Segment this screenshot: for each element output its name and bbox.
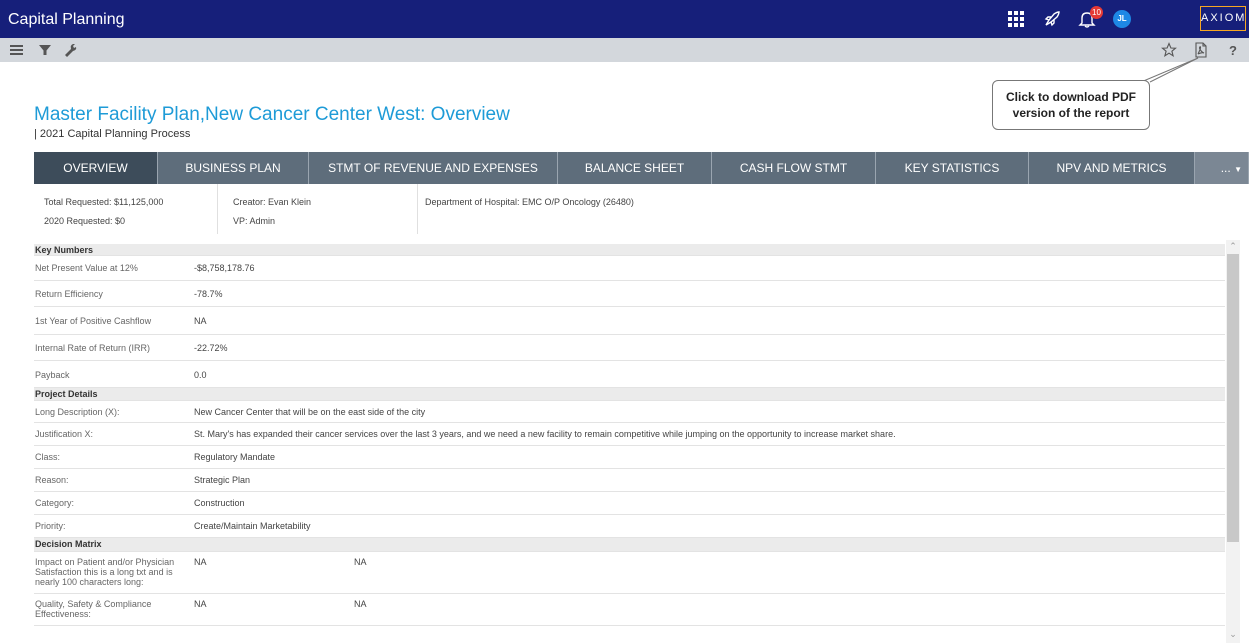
tab-cash-flow-stmt[interactable]: CASH FLOW STMT bbox=[712, 152, 876, 184]
row-value: NA bbox=[194, 599, 207, 609]
svg-text:?: ? bbox=[1229, 43, 1237, 58]
table-row: Impact on Patient and/or Physician Satis… bbox=[34, 552, 1225, 594]
section-header: Key Numbers bbox=[34, 244, 1225, 256]
notification-badge: 10 bbox=[1090, 6, 1103, 19]
app-title: Capital Planning bbox=[8, 11, 125, 28]
row-value: St. Mary's has expanded their cancer ser… bbox=[194, 429, 896, 439]
row-label-line: Effectiveness: bbox=[35, 609, 91, 619]
row-label: Internal Rate of Return (IRR) bbox=[35, 343, 151, 353]
row-value: -78.7% bbox=[194, 289, 223, 299]
row-label: Return Efficiency bbox=[35, 289, 103, 299]
more-tabs-label: ... bbox=[1220, 161, 1231, 175]
table-row: Internal Rate of Return (IRR) -22.72% bbox=[34, 335, 1225, 361]
row-label-line: Impact on Patient and/or Physician bbox=[35, 557, 175, 567]
table-row: 1st Year of Positive Cashflow NA bbox=[34, 307, 1225, 335]
help-icon[interactable]: ? bbox=[1224, 41, 1242, 59]
axiom-logo: AXIOM bbox=[1200, 6, 1246, 31]
row-value: Create/Maintain Marketability bbox=[194, 521, 311, 531]
toolbar: ? bbox=[0, 38, 1249, 62]
row-label: Impact on Patient and/or Physician Satis… bbox=[35, 557, 174, 587]
tab-key-statistics[interactable]: KEY STATISTICS bbox=[876, 152, 1029, 184]
row-value: -22.72% bbox=[194, 343, 228, 353]
tab-stmt-revenue-expenses[interactable]: STMT OF REVENUE AND EXPENSES bbox=[309, 152, 558, 184]
row-value: NA bbox=[194, 557, 207, 567]
pdf-callout: Click to download PDF version of the rep… bbox=[992, 80, 1150, 130]
rocket-icon[interactable] bbox=[1042, 9, 1062, 29]
scroll-thumb[interactable] bbox=[1227, 254, 1239, 542]
vp: VP: Admin bbox=[233, 216, 276, 226]
scroll-down-icon[interactable]: ⌄ bbox=[1227, 628, 1239, 640]
creator: Creator: Evan Klein bbox=[233, 197, 312, 207]
row-label: 1st Year of Positive Cashflow bbox=[35, 316, 152, 326]
callout-line-1: Click to download PDF bbox=[1005, 90, 1136, 104]
project-summary: Total Requested: $11,125,000 2020 Reques… bbox=[34, 184, 1249, 234]
row-value: 0.0 bbox=[194, 370, 207, 380]
filter-icon[interactable] bbox=[36, 41, 54, 59]
summary-col-people: Creator: Evan Klein VP: Admin bbox=[218, 184, 418, 234]
section-header: Decision Matrix bbox=[34, 538, 1225, 552]
overview-grid: Key Numbers Net Present Value at 12% -$8… bbox=[34, 244, 1225, 643]
row-label: Reason: bbox=[35, 475, 69, 485]
row-label: Class: bbox=[35, 452, 61, 462]
page-subtitle: | 2021 Capital Planning Process bbox=[34, 128, 191, 140]
page-title: Master Facility Plan,New Cancer Center W… bbox=[34, 104, 510, 125]
wrench-icon[interactable] bbox=[62, 41, 80, 59]
callout-pointer bbox=[1140, 57, 1199, 83]
table-row: Return Efficiency -78.7% bbox=[34, 281, 1225, 307]
row-label-line: Satisfaction this is a long txt and is bbox=[35, 567, 173, 577]
row-value: New Cancer Center that will be on the ea… bbox=[194, 407, 426, 417]
scroll-up-icon[interactable]: ⌃ bbox=[1227, 240, 1239, 252]
table-row: Class: Regulatory Mandate bbox=[34, 446, 1225, 469]
row-label: Justification X: bbox=[35, 429, 94, 439]
tab-overview[interactable]: OVERVIEW bbox=[34, 152, 158, 184]
row-label-line: Quality, Safety & Compliance bbox=[35, 599, 152, 609]
table-row: Reason: Strategic Plan bbox=[34, 469, 1225, 492]
report-tabs: OVERVIEW BUSINESS PLAN STMT OF REVENUE A… bbox=[34, 152, 1249, 184]
section-decision-matrix: Decision Matrix bbox=[35, 539, 102, 549]
row-label: Payback bbox=[35, 370, 70, 380]
table-row: Category: Construction bbox=[34, 492, 1225, 515]
section-key-numbers: Key Numbers bbox=[35, 245, 94, 255]
tab-more-dropdown[interactable]: ... ▼ bbox=[1195, 152, 1249, 184]
table-row: Net Present Value at 12% -$8,758,178.76 bbox=[34, 256, 1225, 281]
chevron-down-icon: ▼ bbox=[1234, 165, 1242, 174]
department: Department of Hospital: EMC O/P Oncology… bbox=[425, 197, 634, 207]
row-value: Construction bbox=[194, 498, 245, 508]
menu-icon[interactable] bbox=[8, 41, 26, 59]
row-label-line: nearly 100 characters long: bbox=[35, 577, 144, 587]
row-value: Strategic Plan bbox=[194, 475, 251, 485]
row-label: Net Present Value at 12% bbox=[35, 263, 138, 273]
vertical-scrollbar[interactable]: ⌃ ⌄ bbox=[1226, 240, 1240, 643]
row-value: Regulatory Mandate bbox=[194, 452, 276, 462]
row-value-secondary: NA bbox=[354, 599, 367, 609]
tab-npv-and-metrics[interactable]: NPV AND METRICS bbox=[1029, 152, 1195, 184]
row-label: Long Description (X): bbox=[35, 407, 120, 417]
section-project-details: Project Details bbox=[35, 389, 98, 399]
table-row: Long Description (X): New Cancer Center … bbox=[34, 401, 1225, 423]
tab-business-plan[interactable]: BUSINESS PLAN bbox=[158, 152, 309, 184]
row-value-secondary: NA bbox=[354, 557, 367, 567]
summary-col-requested: Total Requested: $11,125,000 2020 Reques… bbox=[34, 184, 218, 234]
row-label: Priority: bbox=[35, 521, 66, 531]
tab-balance-sheet[interactable]: BALANCE SHEET bbox=[558, 152, 712, 184]
table-row: Justification X: St. Mary's has expanded… bbox=[34, 423, 1225, 446]
table-row: Payback 0.0 bbox=[34, 361, 1225, 388]
table-row: Quality, Safety & Compliance Effectivene… bbox=[34, 594, 1225, 626]
app-header: Capital Planning 10 JL AXIOM bbox=[0, 0, 1249, 38]
row-value: -$8,758,178.76 bbox=[194, 263, 255, 273]
row-value: NA bbox=[194, 316, 207, 326]
requested-2020: 2020 Requested: $0 bbox=[44, 216, 126, 226]
row-label: Category: bbox=[35, 498, 75, 508]
summary-col-department: Department of Hospital: EMC O/P Oncology… bbox=[418, 184, 818, 234]
avatar[interactable]: JL bbox=[1113, 10, 1131, 28]
section-header: Project Details bbox=[34, 388, 1225, 401]
apps-grid-icon[interactable] bbox=[1006, 9, 1026, 29]
total-requested: Total Requested: $11,125,000 bbox=[44, 197, 164, 207]
callout-line-2: version of the report bbox=[1012, 106, 1130, 120]
table-row: Priority: Create/Maintain Marketability bbox=[34, 515, 1225, 538]
row-label: Quality, Safety & Compliance Effectivene… bbox=[35, 599, 151, 619]
